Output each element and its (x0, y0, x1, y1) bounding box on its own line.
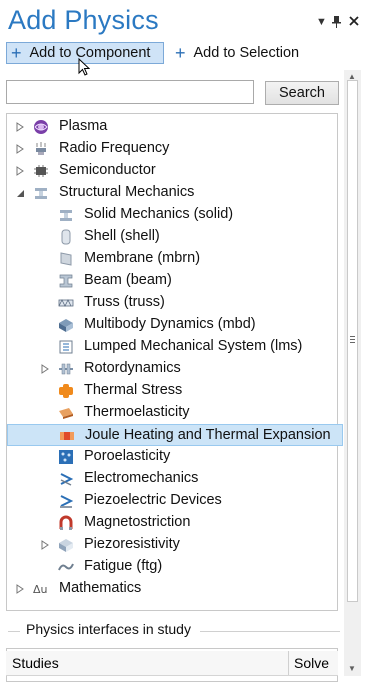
tree-item[interactable]: Membrane (mbrn) (7, 248, 337, 270)
tree-item-label: Solid Mechanics (solid) (84, 206, 234, 222)
rotordynamics-icon (58, 361, 74, 377)
tree-item[interactable]: Magnetostriction (7, 512, 337, 534)
tree-item-label: Mathematics (59, 580, 142, 596)
column-divider (288, 651, 289, 675)
lumped-system-icon (58, 339, 74, 355)
multibody-icon (58, 317, 74, 333)
column-header-solve[interactable]: Solve (294, 655, 329, 671)
tree-item[interactable]: Beam (beam) (7, 270, 337, 292)
thermoelasticity-icon (58, 405, 74, 421)
tree-item[interactable]: Structural Mechanics (7, 182, 337, 204)
beam-icon (58, 273, 74, 289)
tree-item-label: Piezoresistivity (84, 536, 180, 552)
tree-item-label: Membrane (mbrn) (84, 250, 201, 266)
panel-title: Add Physics (8, 5, 159, 35)
studies-table-header: Studies Solve (6, 651, 338, 676)
svg-text:Δu: Δu (33, 583, 48, 596)
fatigue-icon (58, 559, 74, 575)
tree-item[interactable]: Thermal Stress (7, 380, 337, 402)
close-icon[interactable] (349, 16, 359, 29)
expand-arrow-icon[interactable] (15, 584, 25, 594)
scroll-thumb[interactable] (347, 80, 358, 602)
mouse-cursor-icon (78, 57, 91, 81)
tree-item-label: Poroelasticity (84, 448, 171, 464)
pin-icon[interactable] (332, 16, 341, 31)
tree-item-label: Lumped Mechanical System (lms) (84, 338, 303, 354)
plasma-icon (33, 119, 49, 135)
physics-tree: Plasma Radio Frequency Semiconductor Struct… (6, 113, 343, 611)
expand-arrow-icon[interactable] (15, 122, 25, 132)
thermal-stress-icon (58, 383, 74, 399)
tree-item-label: Fatigue (ftg) (84, 558, 163, 574)
tree-item-label: Rotordynamics (84, 360, 181, 376)
scroll-down-icon[interactable]: ▼ (348, 664, 356, 673)
section-divider (200, 631, 340, 632)
plus-icon: + (175, 43, 186, 63)
radio-frequency-icon (33, 141, 49, 157)
search-input[interactable] (6, 80, 254, 104)
piezoelectric-icon (58, 493, 74, 509)
search-button[interactable]: Search (265, 81, 339, 105)
piezoresistivity-icon (58, 537, 74, 553)
mathematics-icon: Δu (33, 581, 49, 597)
structural-mechanics-icon (33, 185, 49, 201)
add-to-selection-button[interactable]: + Add to Selection (170, 42, 315, 64)
tree-item[interactable]: Piezoresistivity (7, 534, 337, 556)
tree-item[interactable]: Δu Mathematics (7, 578, 337, 600)
expand-arrow-icon[interactable] (40, 364, 50, 374)
dropdown-icon[interactable]: ▼ (316, 16, 327, 28)
collapse-arrow-icon[interactable] (15, 188, 25, 198)
tree-item-label: Thermal Stress (84, 382, 183, 398)
membrane-icon (58, 251, 74, 267)
tree-item-label: Joule Heating and Thermal Expansion (85, 427, 331, 443)
tree-item[interactable]: Shell (shell) (7, 226, 337, 248)
tree-item-label: Semiconductor (59, 162, 156, 178)
electromechanics-icon (58, 471, 74, 487)
tree-item-label: Truss (truss) (84, 294, 165, 310)
magnetostriction-icon (58, 515, 74, 531)
expand-arrow-icon[interactable] (15, 166, 25, 176)
plus-icon: + (11, 43, 22, 63)
expand-arrow-icon[interactable] (15, 144, 25, 154)
section-divider (8, 631, 20, 632)
tree-item[interactable]: Plasma (7, 116, 337, 138)
tree-item-label: Beam (beam) (84, 272, 172, 288)
truss-icon (58, 295, 74, 311)
tree-item-label: Electromechanics (84, 470, 199, 486)
tree-item-label: Shell (shell) (84, 228, 160, 244)
tree-item[interactable]: Semiconductor (7, 160, 337, 182)
expand-arrow-icon[interactable] (40, 540, 50, 550)
tree-item[interactable]: Poroelasticity (7, 446, 337, 468)
tree-item[interactable]: Solid Mechanics (solid) (7, 204, 337, 226)
tree-item-label: Structural Mechanics (59, 184, 195, 200)
tree-item-label: Thermoelasticity (84, 404, 190, 420)
joule-heating-icon (59, 428, 75, 444)
tree-item[interactable]: Fatigue (ftg) (7, 556, 337, 578)
tree-item[interactable]: Multibody Dynamics (mbd) (7, 314, 337, 336)
tree-item[interactable]: Joule Heating and Thermal Expansion (7, 424, 343, 446)
tree-item[interactable]: Truss (truss) (7, 292, 337, 314)
tree-item[interactable]: Rotordynamics (7, 358, 337, 380)
section-title: Physics interfaces in study (26, 621, 191, 637)
tree-item[interactable]: Thermoelasticity (7, 402, 337, 424)
semiconductor-icon (33, 163, 49, 179)
tree-item[interactable]: Lumped Mechanical System (lms) (7, 336, 337, 358)
tree-item-label: Piezoelectric Devices (84, 492, 222, 508)
poroelasticity-icon (58, 449, 74, 465)
tree-item-label: Plasma (59, 118, 108, 134)
tree-item[interactable]: Piezoelectric Devices (7, 490, 337, 512)
shell-icon (58, 229, 74, 245)
solid-mechanics-icon (58, 207, 74, 223)
tree-item[interactable]: Electromechanics (7, 468, 337, 490)
tree-item-label: Multibody Dynamics (mbd) (84, 316, 256, 332)
tree-item-label: Radio Frequency (59, 140, 170, 156)
vertical-scrollbar[interactable]: ▲ ▼ (344, 70, 361, 676)
tree-item-label: Magnetostriction (84, 514, 191, 530)
tree-item[interactable]: Radio Frequency (7, 138, 337, 160)
add-to-selection-label: Add to Selection (193, 45, 300, 61)
column-header-studies[interactable]: Studies (12, 655, 59, 671)
